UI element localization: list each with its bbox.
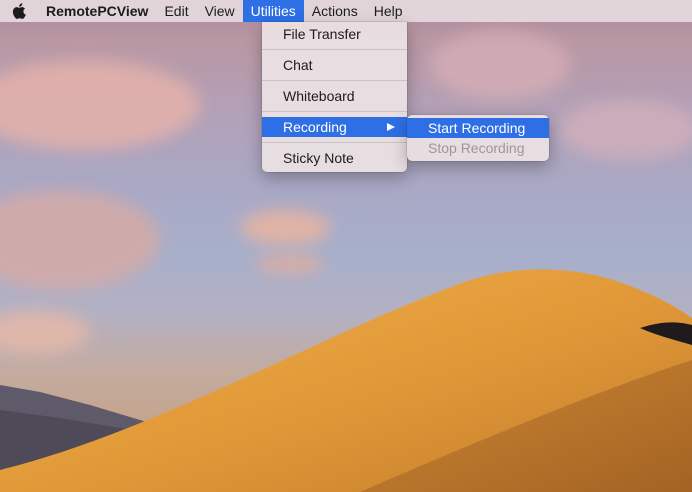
menu-bar: RemotePCView Edit View Utilities Actions… <box>0 0 692 22</box>
menu-item-file-transfer[interactable]: File Transfer <box>262 24 407 44</box>
app-menu[interactable]: RemotePCView <box>38 0 156 22</box>
menu-separator <box>262 111 407 112</box>
utilities-dropdown: File Transfer Chat Whiteboard Recording … <box>262 22 407 172</box>
menu-separator <box>262 142 407 143</box>
menu-item-sticky-note[interactable]: Sticky Note <box>262 148 407 168</box>
menu-item-chat[interactable]: Chat <box>262 55 407 75</box>
menu-help[interactable]: Help <box>366 0 411 22</box>
menu-item-whiteboard[interactable]: Whiteboard <box>262 86 407 106</box>
menu-edit[interactable]: Edit <box>156 0 196 22</box>
menu-separator <box>262 49 407 50</box>
submenu-arrow-icon <box>387 123 395 131</box>
menu-item-recording[interactable]: Recording <box>262 117 407 137</box>
menu-view[interactable]: View <box>197 0 243 22</box>
menu-item-recording-label: Recording <box>283 119 347 135</box>
menu-separator <box>262 80 407 81</box>
apple-logo-icon[interactable] <box>0 0 38 22</box>
menu-item-start-recording[interactable]: Start Recording <box>407 118 549 138</box>
menu-utilities[interactable]: Utilities <box>242 0 304 22</box>
menu-actions[interactable]: Actions <box>304 0 366 22</box>
menu-item-stop-recording: Stop Recording <box>428 140 525 156</box>
recording-submenu: Start Recording Stop Recording <box>407 115 549 161</box>
